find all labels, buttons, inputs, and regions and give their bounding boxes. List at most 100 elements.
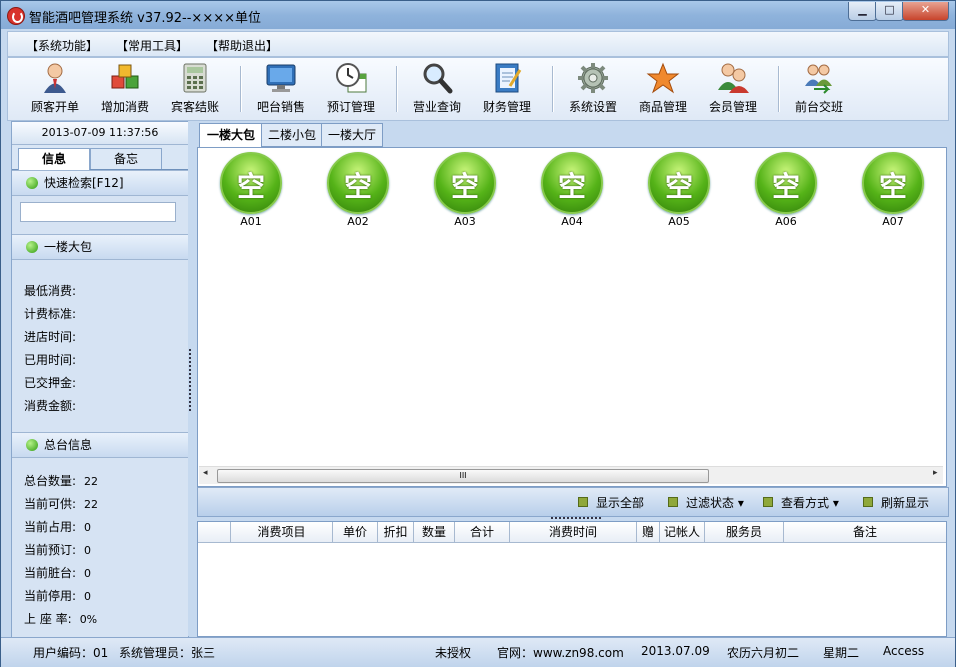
bullet-icon	[578, 497, 588, 507]
search-input[interactable]	[20, 202, 176, 222]
view-mode-button[interactable]: 查看方式 ▾	[763, 494, 839, 511]
summary-row: 当前停用: 0	[24, 589, 92, 603]
scroll-thumb[interactable]: III	[217, 469, 709, 483]
filter-status-button[interactable]: 过滤状态 ▾	[668, 494, 744, 511]
tab-floor1-hall[interactable]: 一楼大厅	[321, 123, 383, 147]
scroll-right-icon[interactable]: ▸	[933, 468, 938, 478]
elapsed-time-label: 已用时间:	[24, 353, 77, 367]
deposit-label: 已交押金:	[24, 376, 77, 390]
grid-col-discount[interactable]: 折扣	[378, 522, 414, 542]
current-datetime: 2013-07-09 11:37:56	[12, 122, 188, 145]
room-grid: 空 A01 空 A02 空 A03 空 A04 空 A05 空 A06 空 A07	[197, 147, 947, 487]
grid-col-price[interactable]: 单价	[333, 522, 378, 542]
grid-col-note[interactable]: 备注	[784, 522, 946, 542]
grid-col-quantity[interactable]: 数量	[414, 522, 455, 542]
toolbar-separator	[778, 66, 780, 112]
system-settings-button[interactable]: 系统设置	[558, 62, 628, 115]
tab-floor1-large[interactable]: 一楼大包	[199, 123, 263, 148]
room-status-icon: 空	[327, 152, 389, 214]
room-status-icon: 空	[862, 152, 924, 214]
view-action-bar: 显示全部 过滤状态 ▾ 查看方式 ▾ 刷新显示	[197, 487, 949, 517]
grid-col-waiter[interactable]: 服务员	[705, 522, 784, 542]
status-dot-icon	[26, 241, 38, 253]
close-button[interactable]: ✕	[902, 2, 949, 21]
summary-row: 当前预订: 0	[24, 543, 92, 557]
panel-splitter[interactable]	[188, 121, 194, 636]
website-link[interactable]: 官网：www.zn98.com	[497, 644, 624, 661]
summary-body: 总台数量: 22 当前可供: 22 当前占用: 0 当前预订: 0 当前脏台: 0 当前停…	[12, 458, 188, 640]
product-management-button[interactable]: 商品管理	[628, 62, 698, 115]
database-type: Access	[883, 644, 925, 658]
room-tile[interactable]: 空 A05	[644, 152, 714, 228]
grid-col-item[interactable]: 消费项目	[231, 522, 333, 542]
bullet-icon	[668, 497, 678, 507]
room-tile[interactable]: 空 A04	[537, 152, 607, 228]
area-tabs: 一楼大包 二楼小包 一楼大厅	[197, 121, 947, 148]
room-tile[interactable]: 空 A06	[751, 152, 821, 228]
menu-tools[interactable]: 【常用工具】	[116, 37, 188, 54]
toolbar: 顾客开单 增加消费 宾客结账 吧台销售 预订管理 营业查询 财务管理 系统设置 …	[7, 57, 949, 121]
room-tile[interactable]: 空 A01	[216, 152, 286, 228]
room-status-icon: 空	[541, 152, 603, 214]
show-all-button[interactable]: 显示全部	[578, 494, 644, 511]
horizontal-scrollbar[interactable]: ◂ III ▸	[199, 466, 943, 484]
refresh-button[interactable]: 刷新显示	[863, 494, 929, 511]
billing-standard-label: 计费标准:	[24, 307, 77, 321]
business-query-button[interactable]: 营业查询	[402, 62, 472, 115]
toolbar-separator	[552, 66, 554, 112]
checkout-button[interactable]: 宾客结账	[160, 62, 230, 115]
summary-row: 当前占用: 0	[24, 520, 92, 534]
title-bar[interactable]: 智能酒吧管理系统 v37.92--××××单位 ▁ □ ✕	[1, 1, 955, 29]
room-tile[interactable]: 空 A02	[323, 152, 393, 228]
magnifier-icon	[420, 62, 454, 94]
quick-search-header[interactable]: 快速检索[F12]	[12, 170, 188, 196]
room-tile[interactable]: 空 A07	[858, 152, 928, 228]
grid-col-time[interactable]: 消费时间	[510, 522, 637, 542]
gear-icon	[576, 62, 610, 94]
grid-col-gift[interactable]: 赠	[637, 522, 660, 542]
menu-help-exit[interactable]: 【帮助退出】	[206, 37, 278, 54]
star-icon	[646, 62, 680, 94]
add-consumption-button[interactable]: 增加消费	[90, 62, 160, 115]
monitor-icon	[264, 62, 298, 94]
users-icon	[716, 62, 750, 94]
room-status-icon: 空	[755, 152, 817, 214]
calculator-icon	[178, 62, 212, 94]
member-management-button[interactable]: 会员管理	[698, 62, 768, 115]
shift-change-button[interactable]: 前台交班	[784, 62, 854, 115]
bar-sales-button[interactable]: 吧台销售	[246, 62, 316, 115]
weekday: 星期二	[823, 646, 860, 660]
clock-calendar-icon	[334, 62, 368, 94]
tab-info[interactable]: 信息	[18, 148, 90, 170]
summary-row: 当前脏台: 0	[24, 566, 92, 580]
bullet-icon	[863, 497, 873, 507]
minimize-button[interactable]: ▁	[848, 2, 877, 21]
tab-memo[interactable]: 备忘	[90, 148, 162, 169]
app-logo-icon	[7, 7, 25, 25]
cubes-icon	[108, 62, 142, 94]
status-dot-icon	[26, 439, 38, 451]
customer-open-button[interactable]: 顾客开单	[20, 62, 90, 115]
grid-col-indicator	[198, 522, 231, 542]
status-bar: 用户编码：01 系统管理员：张三 未授权 官网：www.zn98.com 201…	[1, 637, 955, 667]
notebook-icon	[490, 62, 524, 94]
room-info-body: 最低消费: 计费标准: 进店时间: 已用时间: 已交押金: 消费金额:	[12, 260, 188, 432]
window-title: 智能酒吧管理系统 v37.92--××××单位	[29, 11, 261, 26]
status-dot-icon	[26, 177, 38, 189]
summary-header[interactable]: 总台信息	[12, 432, 188, 458]
operator-name: 系统管理员：张三	[119, 646, 216, 660]
finance-button[interactable]: 财务管理	[472, 62, 542, 115]
consumption-amount-label: 消费金额:	[24, 399, 77, 413]
splitter-grip[interactable]	[189, 349, 194, 411]
tab-floor2-small[interactable]: 二楼小包	[261, 123, 323, 147]
reservation-button[interactable]: 预订管理	[316, 62, 386, 115]
menu-system[interactable]: 【系统功能】	[26, 37, 98, 54]
room-tile[interactable]: 空 A03	[430, 152, 500, 228]
grid-col-total[interactable]: 合计	[455, 522, 510, 542]
maximize-button[interactable]: □	[875, 2, 904, 21]
user-code: 用户编码：01	[33, 646, 109, 660]
grid-col-recorder[interactable]: 记帐人	[660, 522, 705, 542]
scroll-left-icon[interactable]: ◂	[203, 468, 208, 478]
room-info-header[interactable]: 一楼大包	[12, 234, 188, 260]
summary-row: 当前可供: 22	[24, 497, 99, 511]
